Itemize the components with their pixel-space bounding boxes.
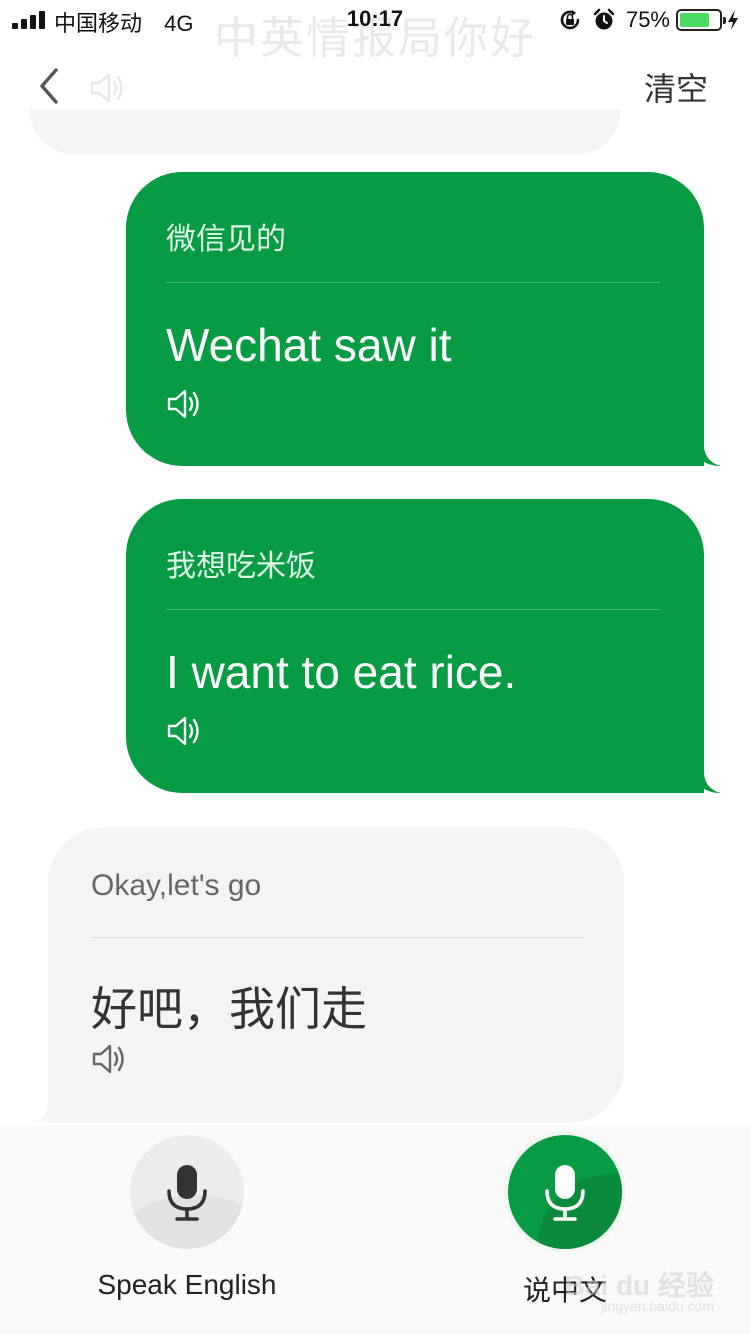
speaker-icon[interactable] bbox=[91, 1042, 127, 1076]
speak-english-button[interactable] bbox=[130, 1135, 244, 1249]
microphone-icon bbox=[545, 1165, 585, 1221]
battery-icon bbox=[676, 9, 726, 31]
watermark-sub-text: jingyan.baidu.com bbox=[601, 1298, 714, 1314]
message-divider bbox=[166, 282, 660, 283]
speak-chinese-button[interactable] bbox=[508, 1135, 622, 1249]
chat-area[interactable]: 微信见的 Wechat saw it 我想吃米饭 I want to eat r… bbox=[0, 0, 750, 1125]
status-right-group: 75% bbox=[558, 6, 740, 34]
battery-percent: 75% bbox=[625, 7, 670, 32]
nav-bar: 清空 bbox=[0, 40, 750, 130]
alarm-icon bbox=[593, 8, 615, 30]
message-source-text: 微信见的 bbox=[166, 223, 286, 256]
chevron-left-icon[interactable] bbox=[28, 62, 72, 110]
message-divider bbox=[166, 609, 660, 610]
message-bubble-outgoing[interactable]: 我想吃米饭 I want to eat rice. bbox=[126, 499, 726, 793]
rotation-lock-icon bbox=[560, 10, 580, 30]
status-bar: 中国移动 4G 10:17 75% bbox=[0, 0, 750, 40]
speaker-icon[interactable] bbox=[166, 387, 202, 421]
message-bubble-outgoing[interactable]: 微信见的 Wechat saw it bbox=[126, 172, 726, 466]
clear-button[interactable]: 清空 bbox=[644, 64, 708, 110]
battery-level-fill bbox=[680, 13, 709, 27]
message-source-text: Okay,let's go bbox=[91, 869, 262, 902]
message-translation-text: Wechat saw it bbox=[166, 319, 452, 371]
watermark: Bai du 经验 jingyan.baidu.com bbox=[514, 1264, 714, 1324]
speak-english-label: Speak English bbox=[97, 1269, 277, 1300]
message-bubble-incoming[interactable]: Okay,let's go 好吧，我们走 bbox=[26, 827, 624, 1123]
charging-icon bbox=[728, 10, 738, 30]
microphone-icon bbox=[167, 1165, 207, 1221]
speaker-icon[interactable] bbox=[166, 714, 202, 748]
message-translation-text: I want to eat rice. bbox=[166, 646, 517, 698]
message-translation-text: 好吧，我们走 bbox=[91, 983, 367, 1035]
speaker-icon[interactable] bbox=[88, 70, 128, 106]
message-divider bbox=[91, 937, 584, 938]
message-source-text: 我想吃米饭 bbox=[166, 550, 316, 583]
